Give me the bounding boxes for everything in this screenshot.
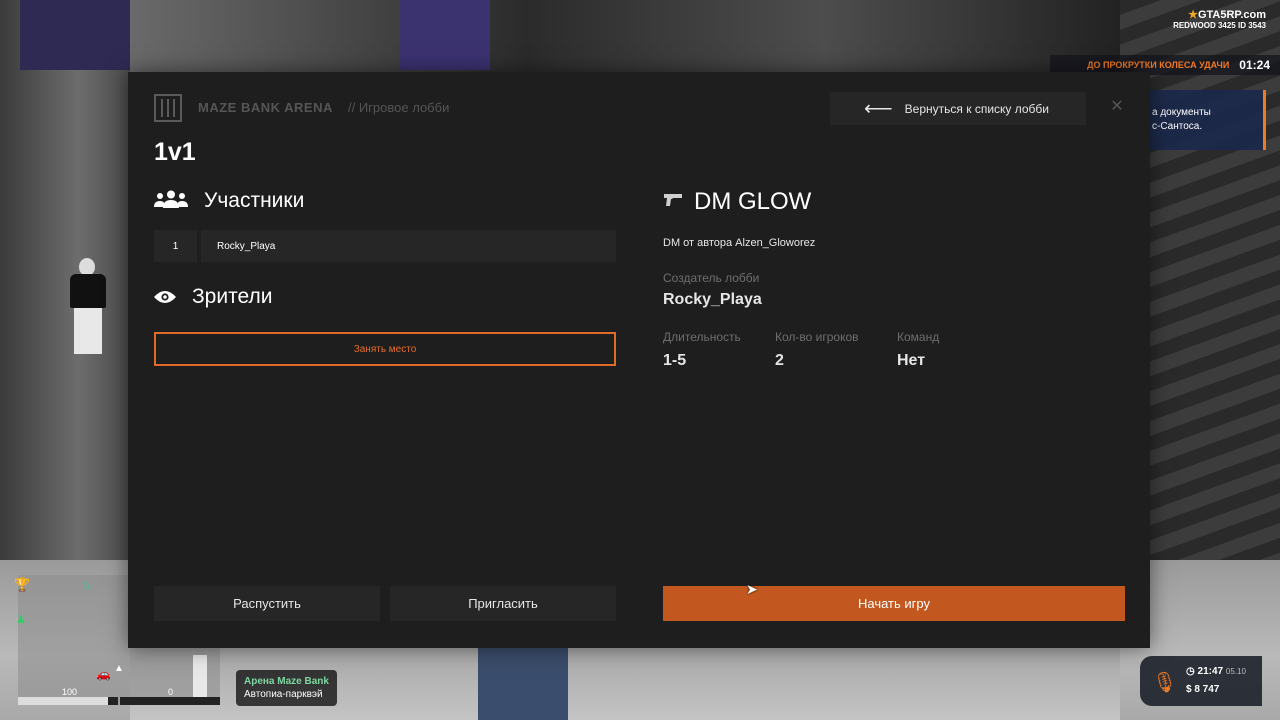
mode-title: 1v1 xyxy=(154,138,196,166)
lobby-panel: MAZE BANK ARENA // Игровое лобби ⟵ Верну… xyxy=(128,72,1150,648)
pistol-icon xyxy=(664,193,682,212)
start-game-button[interactable]: Начать игру xyxy=(663,586,1125,621)
wheel-timer-value: 01:24 xyxy=(1239,58,1270,72)
person-marker-icon: ♟ xyxy=(16,614,26,626)
maze-bank-logo-icon xyxy=(154,94,182,122)
mouse-cursor-icon: ➤ xyxy=(746,581,758,597)
close-icon[interactable]: ✕ xyxy=(1108,98,1126,116)
status-box: 🎙 ◷ 21:47 05.10 $ 8 747 xyxy=(1140,656,1262,706)
health-fill xyxy=(18,697,108,705)
player-arrow-icon: ▲ xyxy=(114,663,124,674)
stat-teams: Команд Нет xyxy=(897,330,940,369)
venue-name: MAZE BANK ARENA xyxy=(198,100,333,115)
clock-icon: ◷ xyxy=(1186,666,1195,677)
player-character-legs xyxy=(478,648,568,720)
users-icon xyxy=(154,188,188,214)
armor-value: 0 xyxy=(168,687,174,697)
player-row[interactable]: 1 Rocky_Playa xyxy=(154,230,616,262)
arrow-left-icon: ⟵ xyxy=(864,97,893,120)
back-to-lobby-list-button[interactable]: ⟵ Вернуться к списку лобби xyxy=(830,92,1086,125)
disband-button[interactable]: Распустить xyxy=(154,586,380,621)
wheel-timer-label: ДО ПРОКРУТКИ КОЛЕСА УДАЧИ xyxy=(1087,60,1230,70)
star-icon: ★ xyxy=(1188,9,1198,21)
creator-value: Rocky_Playa xyxy=(663,291,762,308)
house-icon: ⌂ xyxy=(82,577,90,592)
stat-player-count: Кол-во игроков 2 xyxy=(775,330,859,369)
character xyxy=(66,258,110,358)
health-value: 100 xyxy=(62,687,78,697)
dm-title: DM GLOW xyxy=(664,188,811,216)
clock: ◷ 21:47 05.10 xyxy=(1186,666,1246,677)
spectators-heading: Зрители xyxy=(154,284,272,310)
player-name: Rocky_Playa xyxy=(201,230,616,262)
server-logo: ★GTA5RP.com REDWOOD 3425 ID 3543 xyxy=(1173,9,1266,30)
invite-button[interactable]: Пригласить xyxy=(390,586,616,621)
dm-author: DM от автора Alzen_Gloworez xyxy=(663,237,816,249)
notification: а документы с-Сантоса. xyxy=(1146,90,1266,150)
stat-duration: Длительность 1-5 xyxy=(663,330,741,369)
health-armor-bar xyxy=(18,697,220,705)
participants-heading: Участники xyxy=(154,188,304,214)
breadcrumb: // Игровое лобби xyxy=(348,100,450,115)
player-number: 1 xyxy=(154,230,197,262)
eye-icon xyxy=(154,284,176,310)
money: $ 8 747 xyxy=(1186,684,1220,695)
microphone-icon: 🎙 xyxy=(1152,672,1178,694)
trophy-icon: 🏆 xyxy=(14,577,31,592)
server-info: REDWOOD 3425 ID 3543 xyxy=(1173,21,1266,30)
take-seat-button[interactable]: Занять место xyxy=(154,332,616,366)
creator-label: Создатель лобби xyxy=(663,271,760,285)
location-label: Арена Maze Bank Автопиа-парквэй xyxy=(236,670,337,706)
vehicle-icon: 🚗 xyxy=(96,667,111,681)
